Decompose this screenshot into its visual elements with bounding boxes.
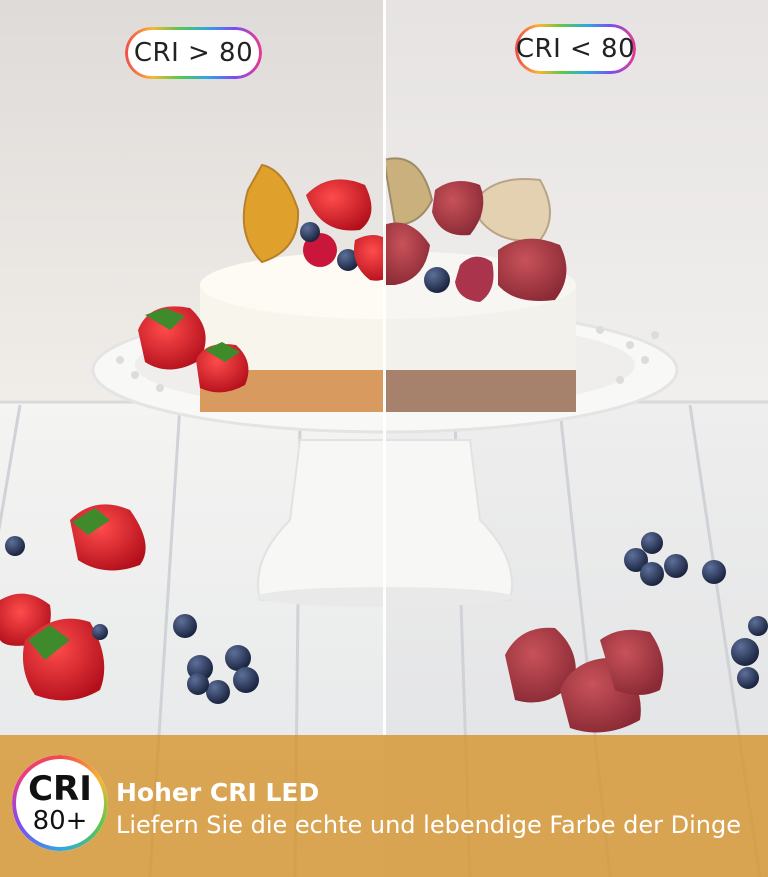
banner-subtitle: Liefern Sie die echte und lebendige Farb…: [116, 811, 741, 839]
product-comparison-image: CRI > 80 CRI < 80 CRI 80+ Hoher CRI LED …: [0, 0, 768, 877]
cri-badge-line2: 80+: [32, 806, 88, 836]
cri-high-label: CRI > 80: [125, 27, 262, 79]
cri-low-text: CRI < 80: [515, 34, 636, 64]
cri-high-text: CRI > 80: [133, 38, 254, 68]
cri-badge-line1: CRI: [28, 769, 92, 809]
banner-title: Hoher CRI LED: [116, 778, 320, 807]
cri-low-label: CRI < 80: [515, 24, 636, 74]
cri-badge-icon: CRI 80+: [12, 755, 108, 851]
split-divider: [383, 0, 386, 735]
